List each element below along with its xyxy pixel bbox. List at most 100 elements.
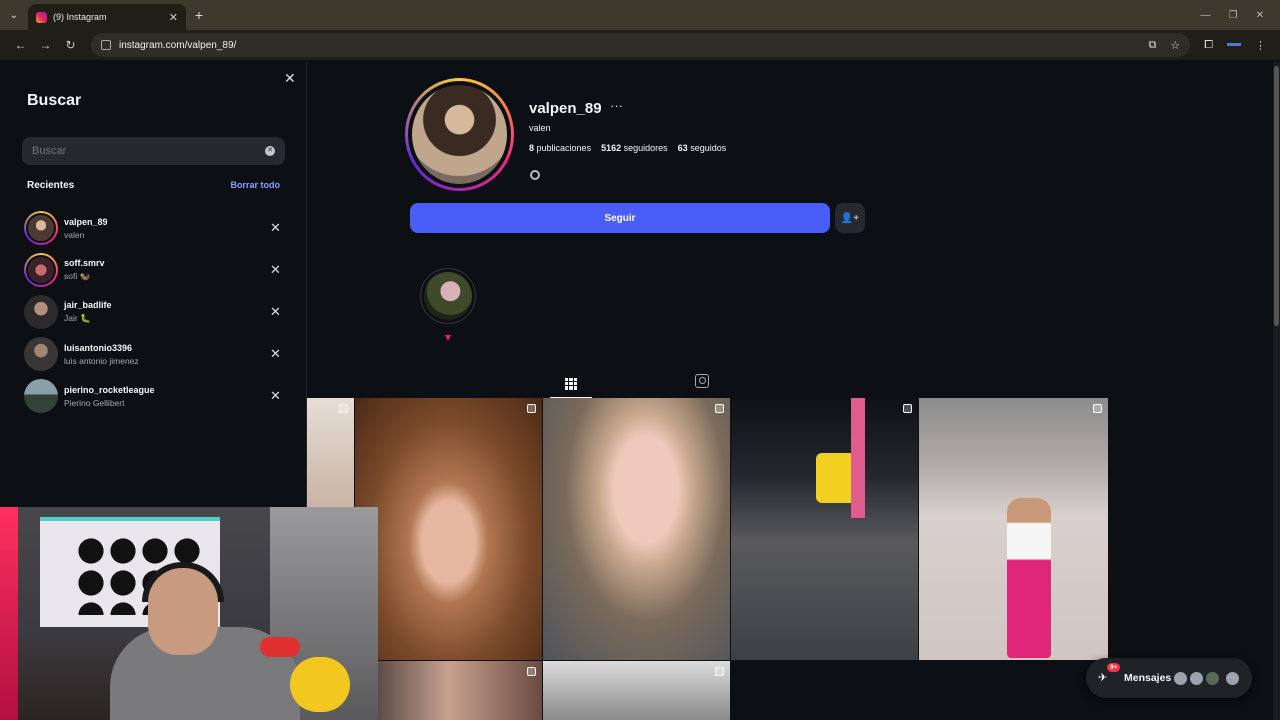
browser-tab[interactable]: (9) Instagram ✕ [28,4,186,30]
tagged-icon[interactable] [695,374,709,388]
search-heading: Buscar [27,92,82,109]
recent-username: jair_badlife [64,300,112,310]
avatar [1205,670,1220,686]
tab-close-icon[interactable]: ✕ [169,11,178,24]
clear-search-icon[interactable]: ✕ [265,146,275,156]
minimize-icon[interactable]: — [1201,10,1211,21]
recent-username: luisantonio3396 [64,342,133,353]
profile-tabs [307,370,1107,398]
url-text: instagram.com/valpen_89/ [119,39,237,51]
recent-item[interactable]: luisantonio3396 luis antonio jimenez ✕ [24,333,284,375]
post-thumbnail[interactable] [355,398,542,660]
window-controls: — ❐ ✕ [1201,10,1280,21]
post-thumbnail[interactable] [543,661,730,720]
carousel-icon [527,404,536,413]
install-app-icon[interactable]: ⧉ [1148,39,1156,52]
post-thumbnail[interactable] [355,661,542,720]
profile-stats: 8 publicaciones 5162 seguidores 63 segui… [529,143,726,153]
recent-username: valpen_89 [64,216,108,227]
reload-icon[interactable]: ↻ [58,38,83,52]
carousel-icon [715,404,724,413]
avatar [24,379,58,413]
recent-item[interactable]: jair_badlife Jair 🐛 ✕ [24,291,284,333]
bookmark-star-icon[interactable]: ☆ [1170,39,1180,52]
close-search-icon[interactable]: ✕ [284,70,296,87]
threads-icon[interactable] [530,170,540,180]
new-tab-button[interactable]: + [186,7,212,23]
tab-search-icon[interactable]: ⌄ [0,0,28,30]
browser-tab-bar: ⌄ (9) Instagram ✕ + — ❐ ✕ [0,0,1280,30]
avatar [1173,670,1188,686]
more-options-icon[interactable]: ··· [610,98,623,113]
close-window-icon[interactable]: ✕ [1256,10,1264,21]
remove-recent-icon[interactable]: ✕ [270,304,284,320]
recent-username: soff.smrv [64,258,105,268]
back-icon[interactable]: ← [8,38,33,52]
remove-recent-icon[interactable]: ✕ [270,262,284,278]
post-thumbnail[interactable] [731,398,918,660]
site-info-icon[interactable] [101,40,111,50]
recent-fullname: luis antonio jimenez [64,355,139,366]
messages-button[interactable]: ✈ 9+ Mensajes ··· [1086,658,1252,698]
carousel-icon [903,404,912,413]
posts-grid [307,398,1108,720]
remove-recent-icon[interactable]: ✕ [270,220,284,236]
tab-title: (9) Instagram [53,12,107,22]
remove-recent-icon[interactable]: ✕ [270,346,284,362]
webcam-overlay [0,507,378,720]
extensions-icon[interactable]: ⧠ [1204,39,1213,52]
tab-posts[interactable] [550,370,592,398]
avatar [24,253,58,287]
profile-avatar[interactable] [405,78,514,191]
recent-item[interactable]: soff.smrv sofi 🦦 ✕ [24,249,284,291]
forward-icon[interactable]: → [33,38,58,52]
messenger-icon: ✈ 9+ [1098,663,1121,685]
message-avatars: ··· [1173,670,1240,686]
unread-badge: 9+ [1107,663,1121,672]
profile-indicator-icon[interactable] [1227,42,1241,46]
carousel-icon [339,404,348,413]
clear-all-link[interactable]: Borrar todo [231,180,281,191]
carousel-icon [715,667,724,676]
story-highlight[interactable] [420,268,476,324]
search-input[interactable] [32,145,265,157]
grid-icon [565,377,577,390]
avatar [24,211,58,245]
restore-icon[interactable]: ❐ [1229,10,1238,21]
suggested-users-button[interactable]: 👤+ [835,203,865,233]
avatar [24,337,58,371]
followers-count[interactable]: 5162 seguidores [601,143,668,153]
recent-header: Recientes Borrar todo [27,180,280,191]
page-scrollbar[interactable] [1273,62,1280,720]
recent-fullname: Jair 🐛 [64,313,91,323]
remove-recent-icon[interactable]: ✕ [270,388,284,404]
carousel-icon [527,667,536,676]
avatar [1189,670,1204,686]
address-bar: ← → ↻ instagram.com/valpen_89/ ⧉ ☆ ⧠ ⋮ [0,30,1280,60]
following-count[interactable]: 63 seguidos [678,143,727,153]
recent-title: Recientes [27,180,75,191]
add-person-icon: 👤+ [840,212,860,224]
search-box[interactable]: ✕ [22,137,285,165]
highlight-heart-icon [445,335,451,341]
recent-fullname: sofi 🦦 [64,271,91,281]
profile-fullname: valen [529,123,551,133]
post-thumbnail[interactable] [919,398,1108,660]
messages-label: Mensajes [1124,672,1172,684]
recent-item[interactable]: valpen_89 valen ✕ [24,207,284,249]
more-icon: ··· [1225,670,1240,686]
recent-username: pierino_rocketleague [64,384,155,395]
recent-item[interactable]: pierino_rocketleague Pierino Gellibert ✕ [24,375,284,417]
browser-menu-icon[interactable]: ⋮ [1255,39,1266,52]
url-field[interactable]: instagram.com/valpen_89/ ⧉ ☆ [91,33,1191,57]
instagram-favicon-icon [36,11,47,23]
carousel-icon [1093,404,1102,413]
post-thumbnail[interactable] [543,398,730,660]
avatar [24,295,58,329]
scrollbar-thumb[interactable] [1274,66,1279,326]
recent-fullname: valen [64,229,85,240]
follow-button[interactable]: Seguir [410,203,830,233]
posts-count: 8 publicaciones [529,143,592,153]
recent-list: valpen_89 valen ✕ soff.smrv sofi 🦦 ✕ jai… [24,207,284,417]
recent-fullname: Pierino Gellibert [64,397,125,408]
